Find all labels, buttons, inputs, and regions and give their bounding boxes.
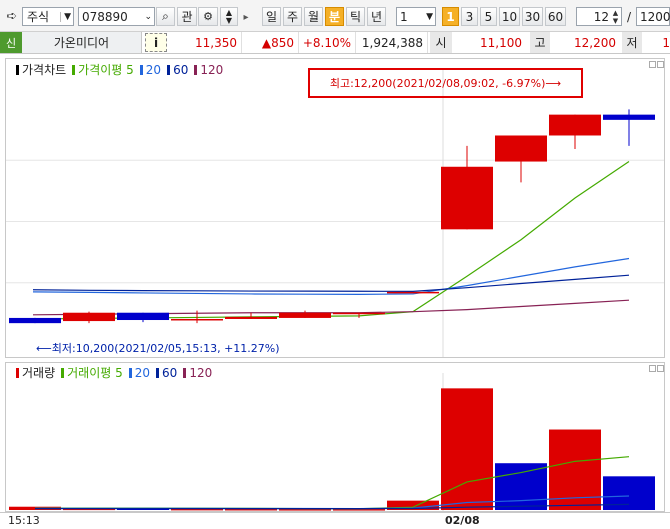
search-icon: ⌕ bbox=[162, 9, 169, 23]
chevron-down-icon: ⌄ bbox=[144, 11, 152, 22]
interval-button[interactable]: 1 bbox=[442, 7, 459, 26]
candle-body bbox=[441, 166, 493, 230]
time-label-start: 15:13 bbox=[8, 514, 40, 527]
high-label: 고 bbox=[530, 32, 550, 53]
interval-button[interactable]: 30 bbox=[522, 7, 543, 26]
price-change-percent: +8.10% bbox=[301, 32, 356, 53]
period-button[interactable]: 월 bbox=[304, 7, 323, 26]
ma-line-20 bbox=[32, 257, 630, 295]
low-label: 저 bbox=[622, 32, 642, 53]
candle-body bbox=[117, 312, 169, 321]
link-arrow-icon[interactable]: ➪ bbox=[3, 8, 21, 24]
low-price: 1 bbox=[662, 35, 670, 50]
arrow-right-icon[interactable]: ▸ bbox=[240, 10, 252, 24]
volume-chart-panel[interactable]: 거래량 거래이평 5 20 60 120 bbox=[5, 362, 665, 512]
total-count-value: 1200 bbox=[640, 9, 670, 24]
candle-body bbox=[9, 317, 61, 324]
gwan-button[interactable]: 관 bbox=[177, 7, 197, 26]
period-button[interactable]: 분 bbox=[325, 7, 344, 26]
volume-bar bbox=[441, 388, 493, 510]
price-chart-canvas bbox=[6, 69, 664, 357]
new-badge: 신 bbox=[0, 32, 22, 53]
volume-chart-canvas bbox=[9, 373, 655, 511]
search-button[interactable]: ⌕ bbox=[156, 7, 175, 26]
open-label: 시 bbox=[430, 32, 452, 53]
period-button[interactable]: 년 bbox=[367, 7, 386, 26]
zoom-value: 12 bbox=[593, 9, 609, 24]
ma-line-120 bbox=[32, 299, 630, 316]
interval-button[interactable]: 10 bbox=[499, 7, 520, 26]
candle-body bbox=[171, 318, 223, 321]
up-down-spinner[interactable]: ▲ ▼ bbox=[220, 7, 238, 26]
candle-body bbox=[495, 135, 547, 162]
slash-label: / bbox=[626, 10, 632, 24]
candle-body bbox=[225, 316, 277, 319]
market-select[interactable]: 주식 ▼ bbox=[22, 7, 74, 26]
candle-body bbox=[387, 291, 439, 294]
zoom-spin-icon[interactable]: ▲ ▼ bbox=[610, 8, 621, 25]
arrow-up-icon: ▲ bbox=[612, 8, 619, 17]
time-label-date: 02/08 bbox=[445, 514, 480, 527]
open-price: 11,100 bbox=[480, 35, 522, 50]
settings-button[interactable]: ⚙ bbox=[198, 7, 218, 26]
current-price: 11,350 bbox=[172, 32, 242, 53]
candle-body bbox=[333, 312, 385, 315]
period-button[interactable]: 주 bbox=[283, 7, 302, 26]
ma-line-5 bbox=[32, 161, 630, 320]
chevron-down-icon: ▼ bbox=[60, 11, 71, 22]
arrow-down-icon: ▼ bbox=[225, 15, 233, 25]
volume-bar bbox=[495, 463, 547, 510]
candle-body bbox=[603, 114, 655, 120]
stock-chart-window: ➪ 주식 ▼ 078890 ⌄ ⌕ 관 ⚙ ▲ ▼ ▸ 1 ▼ 12 ▲ ▼ /… bbox=[0, 0, 670, 529]
count-select[interactable]: 1 ▼ bbox=[396, 7, 436, 26]
period-button[interactable]: 틱 bbox=[346, 7, 365, 26]
arrow-down-icon: ▼ bbox=[612, 16, 619, 25]
candle-body bbox=[63, 312, 115, 322]
high-annotation: 최고:12,200(2021/02/08,09:02, -6.97%)⟶ bbox=[308, 68, 583, 98]
market-select-value: 주식 bbox=[27, 10, 50, 24]
interval-button[interactable]: 3 bbox=[461, 7, 478, 26]
high-price: 12,200 bbox=[574, 35, 616, 50]
total-count-input[interactable]: 1200 bbox=[636, 7, 670, 26]
candle-body bbox=[279, 312, 331, 318]
trade-volume: 1,924,388 bbox=[358, 32, 428, 53]
price-change: ▲850 bbox=[244, 32, 299, 53]
price-chart-panel[interactable]: 가격차트 가격이평 5 20 60 120 최고:12,200(2021/02/… bbox=[5, 58, 665, 358]
interval-button[interactable]: 5 bbox=[480, 7, 497, 26]
stock-name: 가온미디어 bbox=[22, 32, 142, 53]
low-annotation: ⟵최저:10,200(2021/02/05,15:13, +11.27%) bbox=[36, 342, 280, 355]
count-select-value: 1 bbox=[400, 9, 408, 24]
info-button[interactable]: i bbox=[145, 33, 167, 52]
volume-bar bbox=[279, 509, 331, 511]
period-button[interactable]: 일 bbox=[262, 7, 281, 26]
gear-icon: ⚙ bbox=[203, 10, 213, 23]
chart-toolbar: ➪ 주식 ▼ 078890 ⌄ ⌕ 관 ⚙ ▲ ▼ ▸ 1 ▼ 12 ▲ ▼ /… bbox=[0, 0, 670, 32]
time-axis: 15:13 02/08 bbox=[0, 512, 670, 529]
stock-info-bar: 신 가온미디어 i 11,350 ▲850 +8.10% 1,924,388 시… bbox=[0, 32, 670, 54]
candle-body bbox=[549, 114, 601, 136]
stock-code-input[interactable]: 078890 ⌄ bbox=[78, 7, 155, 26]
stock-code-value: 078890 bbox=[82, 9, 128, 24]
chevron-down-icon: ▼ bbox=[426, 11, 433, 22]
ma-line-60 bbox=[32, 274, 630, 292]
interval-button[interactable]: 60 bbox=[545, 7, 566, 26]
